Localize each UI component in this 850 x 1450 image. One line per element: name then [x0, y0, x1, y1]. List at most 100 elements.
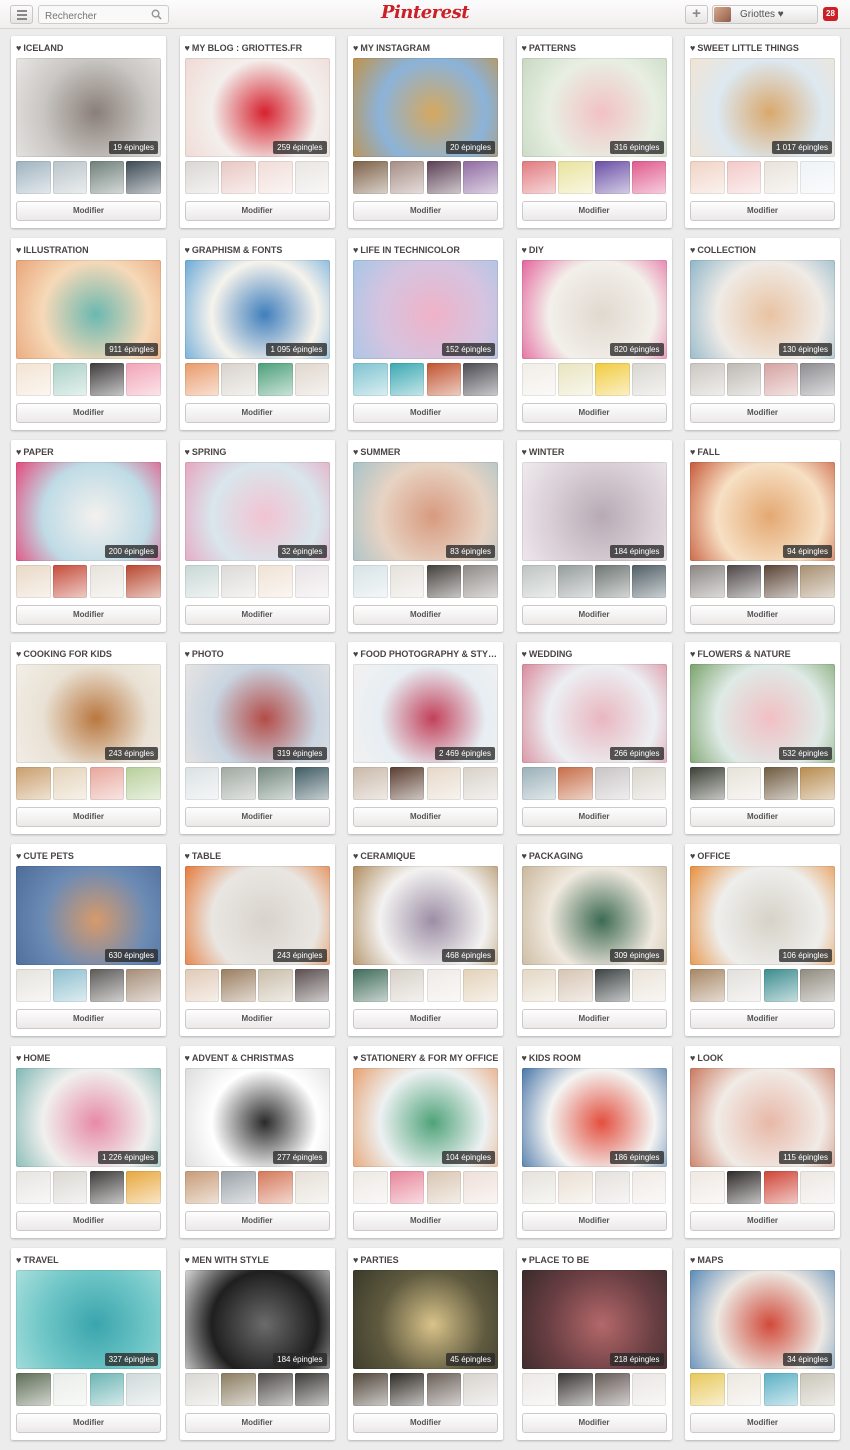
- board-thumbnail[interactable]: [16, 767, 51, 800]
- board-thumbnail[interactable]: [389, 161, 425, 194]
- board-card[interactable]: ♥ TABLE 243 épingles Modifier: [179, 844, 335, 1036]
- edit-board-button[interactable]: Modifier: [690, 1211, 835, 1231]
- board-thumbnail[interactable]: [184, 969, 219, 1002]
- board-thumbnail[interactable]: [221, 363, 256, 396]
- board-cover-image[interactable]: 316 épingles: [521, 58, 667, 157]
- edit-board-button[interactable]: Modifier: [521, 1211, 667, 1231]
- board-thumbnail[interactable]: [258, 565, 293, 598]
- board-title[interactable]: ♥ WEDDING: [522, 649, 670, 661]
- edit-board-button[interactable]: Modifier: [521, 605, 667, 625]
- board-thumbnail[interactable]: [89, 565, 125, 598]
- board-title[interactable]: ♥ DIY: [522, 245, 670, 257]
- board-title[interactable]: ♥ HOME: [16, 1053, 164, 1065]
- board-thumbnail[interactable]: [258, 1171, 293, 1204]
- board-thumbnail[interactable]: [221, 767, 256, 800]
- board-thumbnail[interactable]: [353, 1171, 388, 1204]
- board-cover-image[interactable]: 319 épingles: [184, 664, 330, 763]
- board-cover-image[interactable]: 327 épingles: [16, 1270, 161, 1369]
- edit-board-button[interactable]: Modifier: [16, 605, 161, 625]
- board-thumbnail[interactable]: [426, 1171, 462, 1204]
- board-title[interactable]: ♥ PHOTO: [185, 649, 333, 661]
- board-thumbnail[interactable]: [294, 565, 330, 598]
- board-cover-image[interactable]: 34 épingles: [690, 1270, 835, 1369]
- board-thumbnail[interactable]: [389, 969, 425, 1002]
- board-thumbnail[interactable]: [16, 1373, 51, 1406]
- board-card[interactable]: ♥ SPRING 32 épingles Modifier: [179, 440, 335, 632]
- board-cover-image[interactable]: 630 épingles: [16, 866, 161, 965]
- board-card[interactable]: ♥ MAPS 34 épingles Modifier: [685, 1248, 840, 1440]
- edit-board-button[interactable]: Modifier: [521, 1009, 667, 1029]
- board-thumbnail[interactable]: [52, 767, 88, 800]
- board-card[interactable]: ♥ MY BLOG : GRIOTTES.FR 259 épingles Modifi…: [179, 36, 335, 228]
- board-thumbnail[interactable]: [353, 767, 388, 800]
- edit-board-button[interactable]: Modifier: [521, 201, 667, 221]
- board-thumbnail[interactable]: [521, 565, 556, 598]
- board-thumbnail[interactable]: [126, 969, 161, 1002]
- edit-board-button[interactable]: Modifier: [353, 1211, 498, 1231]
- board-thumbnail[interactable]: [258, 969, 293, 1002]
- board-title[interactable]: ♥ PAPER: [16, 447, 164, 459]
- board-title[interactable]: ♥ MY INSTAGRAM: [353, 43, 501, 55]
- board-title[interactable]: ♥ KIDS ROOM: [522, 1053, 670, 1065]
- board-title[interactable]: ♥ SUMMER: [353, 447, 501, 459]
- board-thumbnail[interactable]: [52, 1373, 88, 1406]
- edit-board-button[interactable]: Modifier: [521, 403, 667, 423]
- board-thumbnail[interactable]: [631, 969, 667, 1002]
- edit-board-button[interactable]: Modifier: [353, 605, 498, 625]
- board-thumbnail[interactable]: [353, 161, 388, 194]
- board-thumbnail[interactable]: [16, 161, 51, 194]
- board-title[interactable]: ♥ PLACE TO BE: [522, 1255, 670, 1267]
- board-thumbnail[interactable]: [221, 565, 256, 598]
- board-thumbnail[interactable]: [690, 1373, 725, 1406]
- board-cover-image[interactable]: 1 017 épingles: [690, 58, 835, 157]
- board-thumbnail[interactable]: [726, 161, 762, 194]
- board-thumbnail[interactable]: [763, 767, 799, 800]
- board-card[interactable]: ♥ PARTIES 45 épingles Modifier: [348, 1248, 503, 1440]
- board-title[interactable]: ♥ PACKAGING: [522, 851, 670, 863]
- board-thumbnail[interactable]: [763, 1171, 799, 1204]
- edit-board-button[interactable]: Modifier: [690, 201, 835, 221]
- board-cover-image[interactable]: 184 épingles: [184, 1270, 330, 1369]
- board-thumbnail[interactable]: [631, 363, 667, 396]
- board-thumbnail[interactable]: [353, 565, 388, 598]
- board-thumbnail[interactable]: [690, 161, 725, 194]
- board-thumbnail[interactable]: [595, 363, 630, 396]
- edit-board-button[interactable]: Modifier: [690, 605, 835, 625]
- board-thumbnail[interactable]: [16, 1171, 51, 1204]
- board-thumbnail[interactable]: [389, 565, 425, 598]
- board-card[interactable]: ♥ DIY 820 épingles Modifier: [516, 238, 672, 430]
- board-cover-image[interactable]: 186 épingles: [521, 1068, 667, 1167]
- board-cover-image[interactable]: 1 226 épingles: [16, 1068, 161, 1167]
- board-title[interactable]: ♥ SPRING: [185, 447, 333, 459]
- board-thumbnail[interactable]: [353, 969, 388, 1002]
- board-thumbnail[interactable]: [16, 363, 51, 396]
- board-thumbnail[interactable]: [558, 565, 593, 598]
- board-thumbnail[interactable]: [389, 1373, 425, 1406]
- board-cover-image[interactable]: 468 épingles: [353, 866, 498, 965]
- board-title[interactable]: ♥ PARTIES: [353, 1255, 501, 1267]
- board-thumbnail[interactable]: [426, 1373, 462, 1406]
- board-card[interactable]: ♥ WINTER 184 épingles Modifier: [516, 440, 672, 632]
- board-card[interactable]: ♥ COLLECTION 130 épingles Modifier: [685, 238, 840, 430]
- board-title[interactable]: ♥ ICELAND: [16, 43, 164, 55]
- board-card[interactable]: ♥ ADVENT & CHRISTMAS 277 épingles Modifier: [179, 1046, 335, 1238]
- board-thumbnail[interactable]: [595, 565, 630, 598]
- board-thumbnail[interactable]: [258, 161, 293, 194]
- edit-board-button[interactable]: Modifier: [353, 403, 498, 423]
- board-thumbnail[interactable]: [631, 161, 667, 194]
- board-card[interactable]: ♥ COOKING FOR KIDS 243 épingles Modifier: [11, 642, 166, 834]
- board-title[interactable]: ♥ LIFE IN TECHNICOLOR: [353, 245, 501, 257]
- board-thumbnail[interactable]: [463, 969, 498, 1002]
- board-thumbnail[interactable]: [184, 565, 219, 598]
- board-thumbnail[interactable]: [184, 767, 219, 800]
- board-thumbnail[interactable]: [126, 1171, 161, 1204]
- board-cover-image[interactable]: 243 épingles: [184, 866, 330, 965]
- board-thumbnail[interactable]: [800, 565, 835, 598]
- board-thumbnail[interactable]: [463, 161, 498, 194]
- board-thumbnail[interactable]: [800, 1171, 835, 1204]
- board-thumbnail[interactable]: [800, 1373, 835, 1406]
- board-thumbnail[interactable]: [16, 969, 51, 1002]
- board-cover-image[interactable]: 309 épingles: [521, 866, 667, 965]
- board-thumbnail[interactable]: [558, 1171, 593, 1204]
- board-thumbnail[interactable]: [726, 767, 762, 800]
